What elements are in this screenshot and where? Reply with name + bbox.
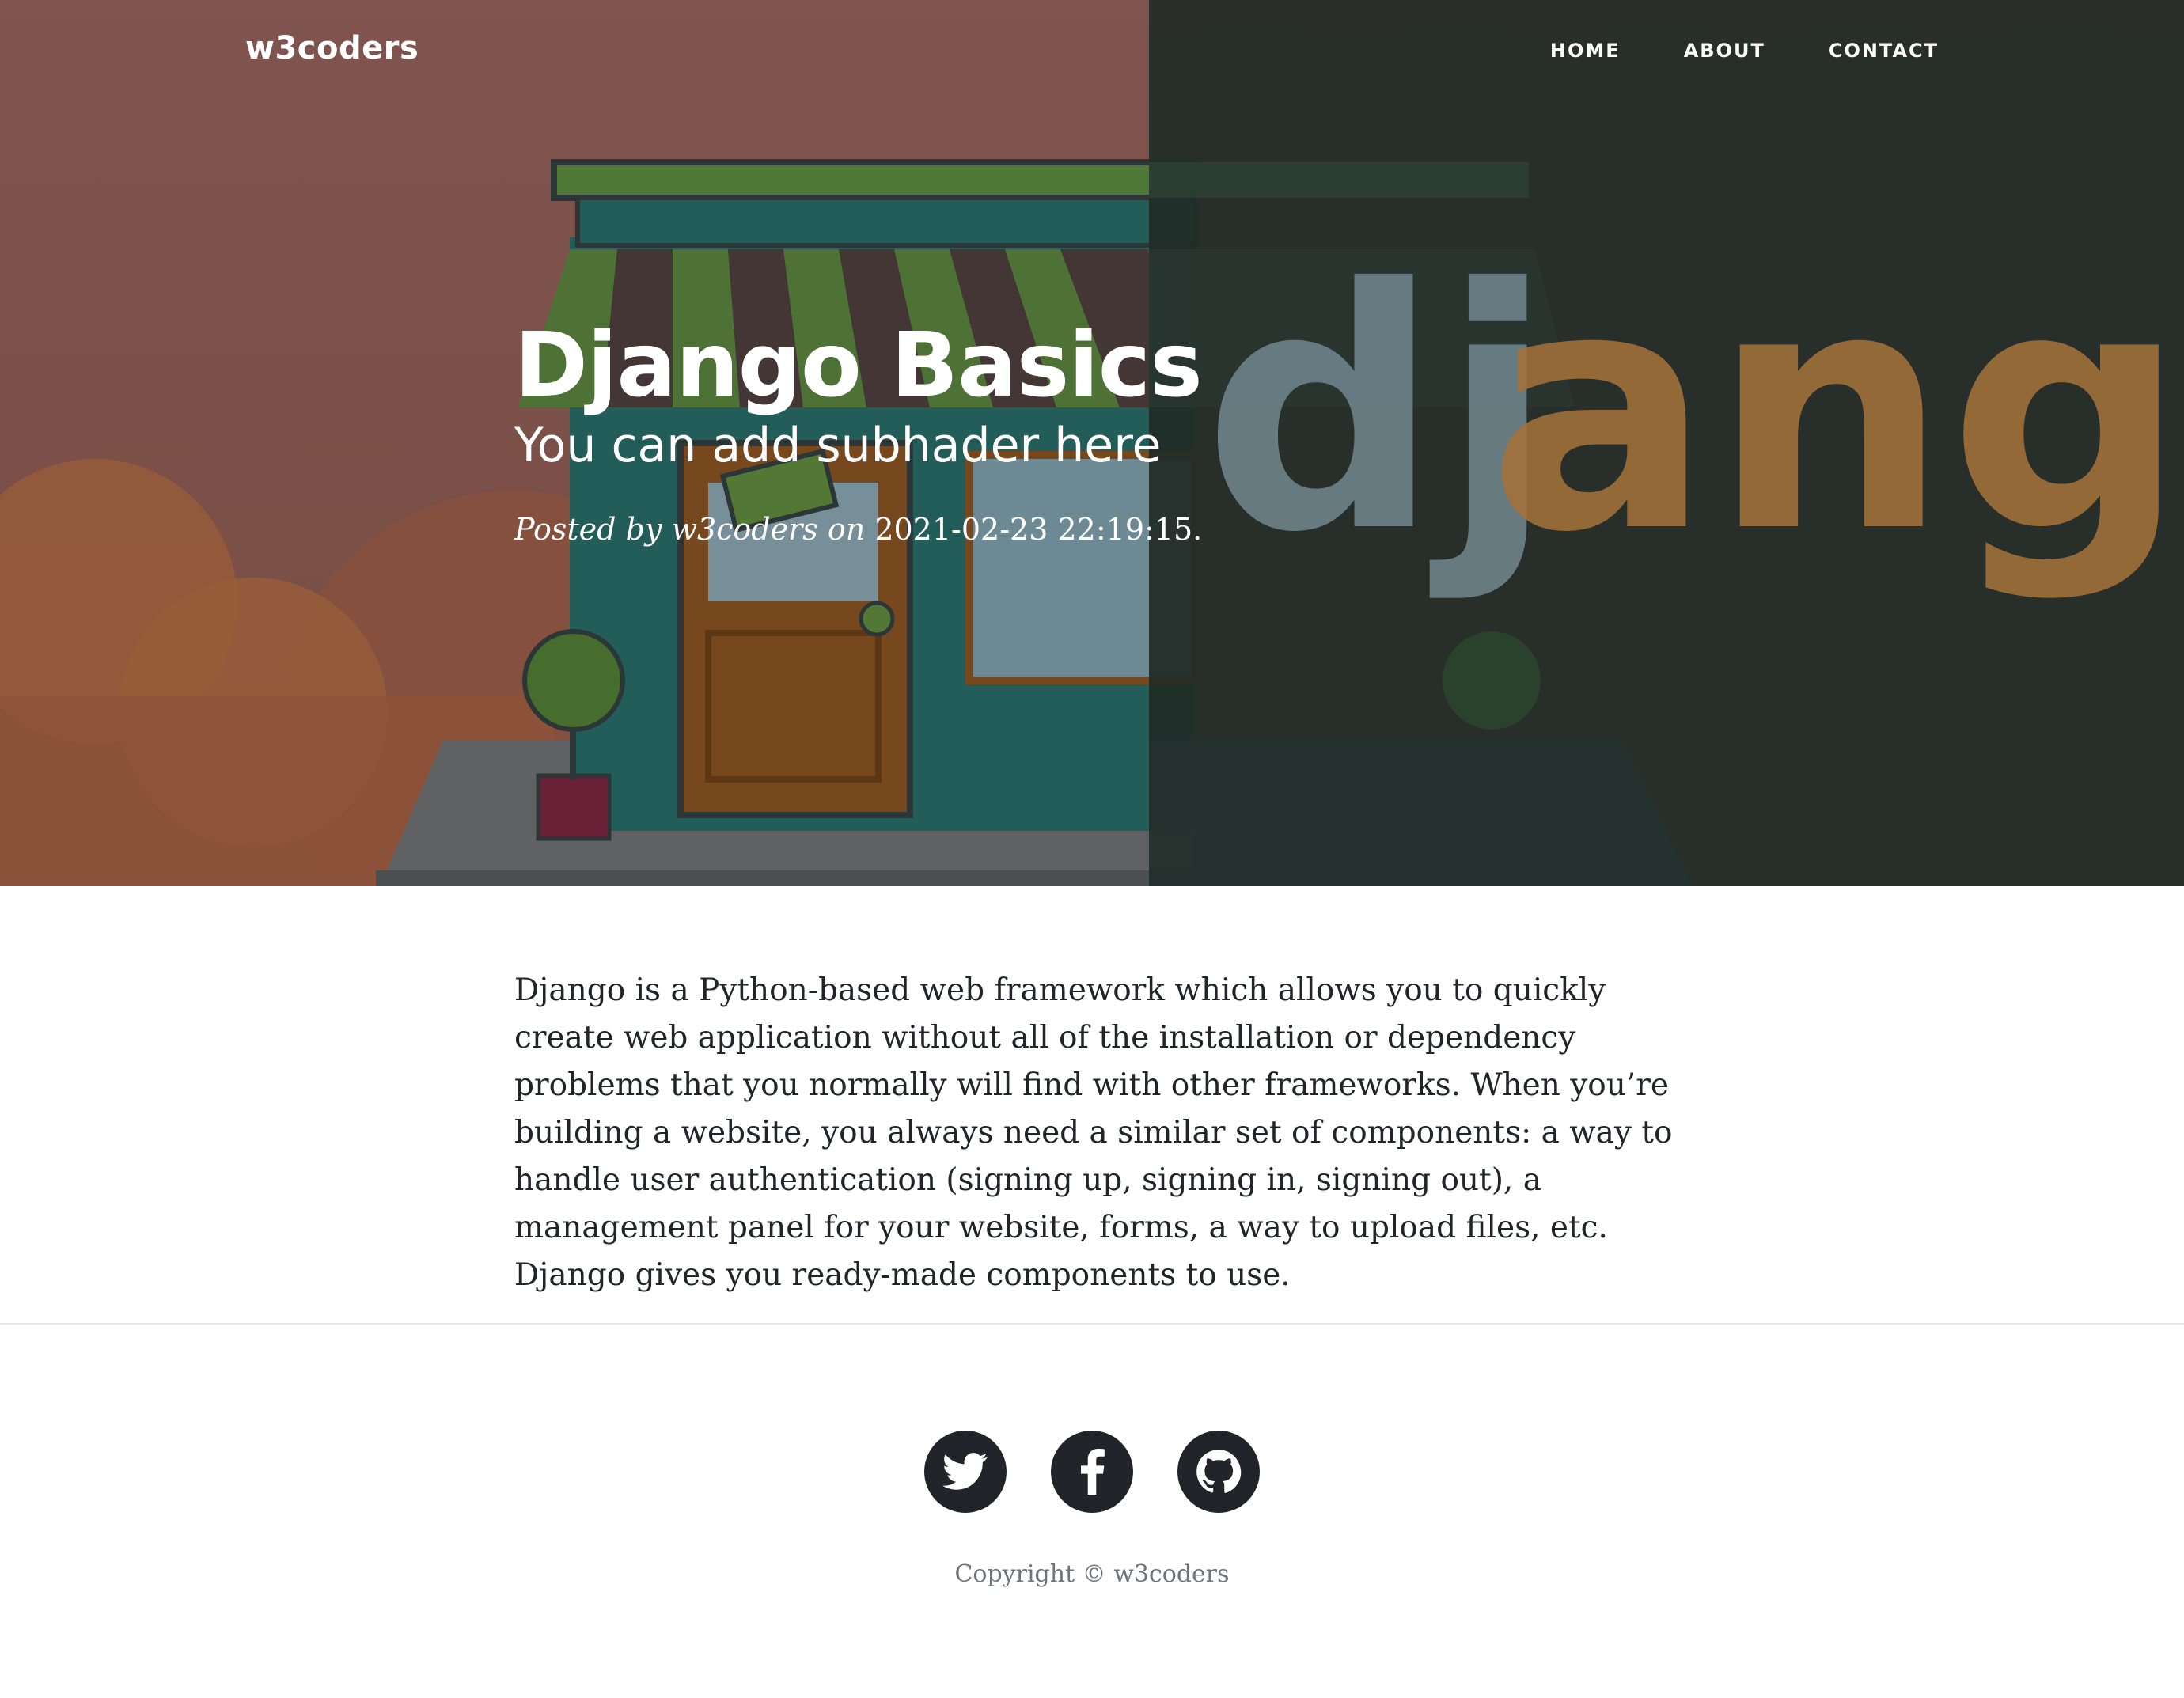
brand-logo[interactable]: w3coders bbox=[245, 30, 419, 66]
twitter-button[interactable] bbox=[924, 1431, 1007, 1513]
post-meta-author: Posted by w3coders on bbox=[514, 512, 866, 548]
footer-divider bbox=[0, 1323, 2184, 1325]
github-icon bbox=[1196, 1450, 1242, 1493]
navbar: w3coders HOME ABOUT CONTACT bbox=[0, 0, 2184, 103]
facebook-icon bbox=[1081, 1449, 1105, 1495]
post-heading: Django Basics You can add subhader here … bbox=[514, 314, 1203, 547]
article-paragraph: Django is a Python-based web framework w… bbox=[514, 972, 1673, 1293]
facebook-button[interactable] bbox=[1051, 1431, 1133, 1513]
post-meta-date: 2021-02-23 22:19:15. bbox=[874, 512, 1203, 548]
nav-link-contact[interactable]: CONTACT bbox=[1829, 40, 1939, 62]
nav-link-about[interactable]: ABOUT bbox=[1684, 40, 1765, 62]
post-meta: Posted by w3coders on 2021-02-23 22:19:1… bbox=[514, 512, 1202, 547]
nav-link-home[interactable]: HOME bbox=[1550, 40, 1621, 62]
copyright-text: Copyright © w3coders bbox=[954, 1560, 1230, 1588]
social-links bbox=[924, 1431, 1260, 1513]
nav-links: HOME ABOUT CONTACT bbox=[1550, 40, 1939, 62]
article-body: Django is a Python-based web framework w… bbox=[514, 967, 1678, 1299]
twitter-icon bbox=[942, 1453, 988, 1490]
hero-header: dj ango w3coders HOME ABOUT CONTACT Djan… bbox=[0, 0, 2184, 886]
post-title: Django Basics bbox=[514, 314, 1203, 417]
post-subtitle: You can add subhader here bbox=[514, 418, 1162, 474]
github-button[interactable] bbox=[1177, 1431, 1260, 1513]
